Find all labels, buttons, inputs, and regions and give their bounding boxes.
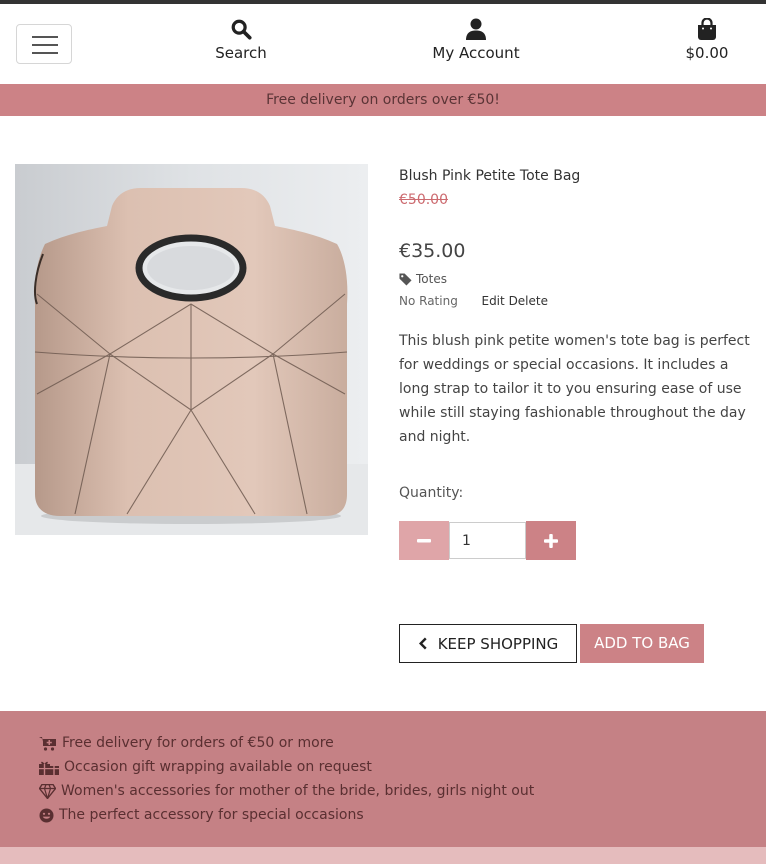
keep-shopping-button[interactable]: KEEP SHOPPING bbox=[399, 624, 577, 663]
plus-icon bbox=[544, 533, 558, 548]
hamburger-line bbox=[32, 52, 58, 54]
shopping-bag-icon bbox=[698, 18, 716, 40]
my-account-link[interactable]: My Account bbox=[420, 18, 532, 63]
cart-plus-icon bbox=[39, 736, 56, 751]
feature-special-occasions: The perfect accessory for special occasi… bbox=[39, 803, 766, 827]
search-label: Search bbox=[215, 44, 267, 62]
feature-highlight: Women's accessories bbox=[61, 783, 211, 799]
rating-row: No Rating Edit Delete bbox=[399, 292, 548, 310]
smile-icon bbox=[39, 808, 54, 822]
edit-link[interactable]: Edit bbox=[481, 294, 504, 308]
quantity-input[interactable] bbox=[449, 522, 526, 559]
menu-toggle-button[interactable] bbox=[16, 24, 72, 64]
feature-text: for mother of the bride, brides, girls n… bbox=[210, 783, 535, 799]
sale-price: €35.00 bbox=[399, 240, 466, 262]
original-price: €50.00 bbox=[399, 192, 448, 208]
shopping-bag-link[interactable]: $0.00 bbox=[672, 18, 742, 63]
product-name: Blush Pink Petite Tote Bag bbox=[399, 168, 581, 184]
quantity-label: Quantity: bbox=[399, 485, 464, 501]
feature-text: The perfect accessory for special occasi… bbox=[59, 807, 364, 823]
feature-highlight: Occasion bbox=[64, 759, 128, 775]
footer-features: Free delivery for orders of €50 or more … bbox=[0, 711, 766, 847]
search-link[interactable]: Search bbox=[200, 18, 282, 63]
keep-shopping-label: KEEP SHOPPING bbox=[437, 634, 559, 653]
feature-accessories: Women's accessories for mother of the br… bbox=[39, 779, 766, 803]
chevron-left-icon bbox=[418, 637, 427, 650]
my-account-label: My Account bbox=[432, 44, 520, 62]
footer-bottom-bar bbox=[0, 847, 766, 864]
rating-label: No Rating bbox=[399, 294, 458, 308]
feature-text: gift wrapping available on request bbox=[127, 759, 372, 775]
hamburger-line bbox=[32, 44, 58, 46]
add-to-bag-button[interactable]: ADD TO BAG bbox=[580, 624, 704, 663]
search-icon bbox=[231, 19, 252, 40]
feature-free-delivery: Free delivery for orders of €50 or more bbox=[39, 731, 766, 755]
gem-icon bbox=[39, 783, 56, 799]
quantity-stepper bbox=[399, 521, 576, 560]
tag-icon bbox=[399, 272, 412, 286]
feature-text: Free delivery for orders of €50 or more bbox=[62, 735, 334, 751]
feature-gift-wrapping: Occasion gift wrapping available on requ… bbox=[39, 755, 766, 779]
decrement-button[interactable] bbox=[399, 521, 449, 560]
increment-button[interactable] bbox=[526, 521, 576, 560]
product-image bbox=[15, 164, 368, 535]
navbar: Search My Account $0.00 bbox=[0, 4, 766, 84]
delete-link[interactable]: Delete bbox=[509, 294, 548, 308]
bag-total: $0.00 bbox=[685, 44, 729, 62]
product-category[interactable]: Totes bbox=[399, 270, 447, 288]
minus-icon bbox=[417, 538, 431, 542]
hamburger-icon bbox=[32, 36, 58, 38]
category-label: Totes bbox=[416, 272, 447, 286]
product-description: This blush pink petite women's tote bag … bbox=[399, 333, 750, 445]
gifts-icon bbox=[39, 761, 59, 775]
user-icon bbox=[466, 18, 486, 40]
promo-banner: Free delivery on orders over €50! bbox=[0, 84, 766, 116]
